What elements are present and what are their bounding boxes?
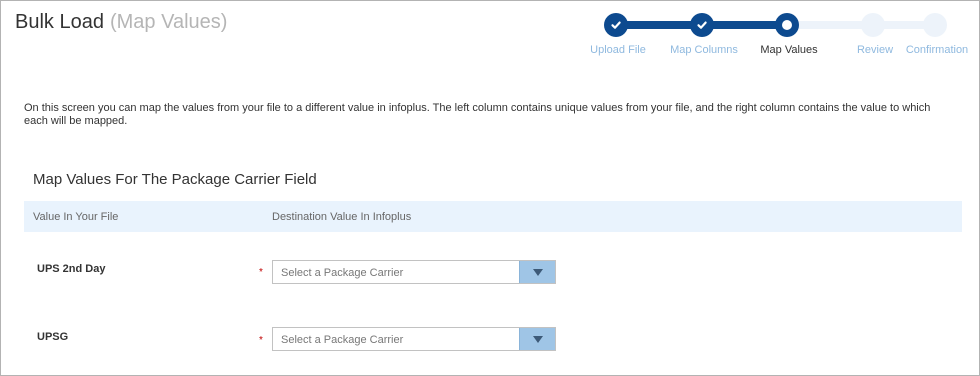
intro-text: On this screen you can map the values fr… (24, 102, 931, 127)
step-map-columns-node[interactable] (690, 13, 714, 37)
mapping-table-header: Value In Your File Destination Value In … (24, 201, 962, 232)
select-placeholder: Select a Package Carrier (281, 267, 404, 279)
select-toggle-button[interactable] (519, 328, 555, 350)
select-toggle-button[interactable] (519, 261, 555, 283)
row-value-label: UPSG (37, 331, 69, 343)
check-icon (697, 21, 707, 29)
caret-down-icon (532, 335, 543, 343)
step-review-node (861, 13, 885, 37)
step-label-confirmation: Confirmation (905, 44, 969, 56)
step-upload-file-node[interactable] (604, 13, 628, 37)
column-header-destination-value: Destination Value In Infoplus (272, 211, 412, 223)
step-confirmation-node (923, 13, 947, 37)
step-label-review: Review (856, 44, 894, 56)
bulk-load-panel: Bulk Load (Map Values) Upload File Map Co… (0, 0, 980, 376)
package-carrier-select[interactable]: Select a Package Carrier (272, 260, 556, 284)
package-carrier-select[interactable]: Select a Package Carrier (272, 327, 556, 351)
caret-down-icon (532, 268, 543, 276)
select-placeholder: Select a Package Carrier (281, 334, 404, 346)
step-label-map-values: Map Values (760, 44, 818, 56)
column-header-file-value: Value In Your File (33, 211, 119, 223)
required-indicator: * (259, 335, 263, 346)
step-label-map-columns[interactable]: Map Columns (670, 44, 738, 56)
row-value-label: UPS 2nd Day (37, 263, 106, 275)
current-step-dot (782, 20, 792, 30)
required-indicator: * (259, 267, 263, 278)
wizard-progress: Upload File Map Columns Map Values Revie… (1, 1, 979, 71)
section-title: Map Values For The Package Carrier Field (33, 171, 317, 188)
step-map-values-node (775, 13, 799, 37)
step-label-upload-file[interactable]: Upload File (590, 44, 646, 56)
check-icon (611, 21, 621, 29)
